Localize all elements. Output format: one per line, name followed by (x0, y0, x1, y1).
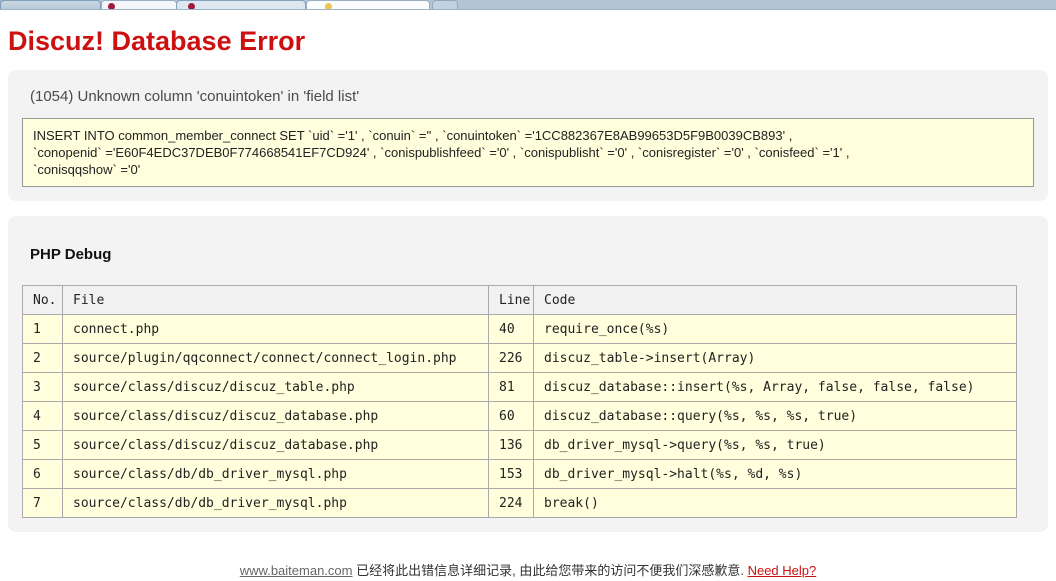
cell-file: source/class/discuz/discuz_table.php (62, 372, 489, 402)
cell-code: break() (533, 488, 1017, 518)
table-row: 7 source/class/db/db_driver_mysql.php 224 b… (22, 488, 1017, 518)
cell-line: 224 (488, 488, 534, 518)
php-debug-panel: PHP Debug No. File Line Code 1 connect.ph… (8, 216, 1048, 532)
table-row: 5 source/class/discuz/discuz_database.php… (22, 430, 1017, 460)
site-link[interactable]: www.baiteman.com (240, 563, 353, 578)
cell-no: 2 (22, 343, 63, 373)
cell-line: 153 (488, 459, 534, 489)
browser-tab-3[interactable] (176, 0, 306, 9)
table-row: 2 source/plugin/qqconnect/connect/connect… (22, 343, 1017, 373)
debug-table-body: 1 connect.php 40 require_once(%s) 2 source/pl… (22, 314, 1017, 518)
php-debug-table: No. File Line Code 1 connect.php 40 require… (22, 285, 1017, 518)
browser-tab-2-active[interactable] (101, 0, 177, 9)
browser-tab-bar (0, 0, 1056, 10)
browser-tab-4[interactable] (306, 0, 430, 9)
red-site-favicon-icon (108, 3, 115, 9)
cell-code: discuz_database::query(%s, %s, %s, true) (533, 401, 1017, 431)
cell-line: 40 (488, 314, 534, 344)
cell-file: source/class/db/db_driver_mysql.php (62, 459, 489, 489)
yellow-site-favicon-icon (325, 3, 332, 9)
browser-tab-stub[interactable] (432, 0, 458, 9)
cell-file: source/plugin/qqconnect/connect/connect_… (62, 343, 489, 373)
table-row: 6 source/class/db/db_driver_mysql.php 153 d… (22, 459, 1017, 489)
cell-file: source/class/discuz/discuz_database.php (62, 430, 489, 460)
red-site-favicon-icon (188, 3, 195, 9)
cell-line: 226 (488, 343, 534, 373)
cell-file: connect.php (62, 314, 489, 344)
cell-no: 3 (22, 372, 63, 402)
cell-code: db_driver_mysql->query(%s, %s, true) (533, 430, 1017, 460)
column-header-line: Line (488, 285, 534, 315)
cell-line: 60 (488, 401, 534, 431)
cell-file: source/class/db/db_driver_mysql.php (62, 488, 489, 518)
column-header-file: File (62, 285, 489, 315)
table-header-row: No. File Line Code (22, 285, 1017, 315)
error-panel: (1054) Unknown column 'conuintoken' in '… (8, 70, 1048, 201)
cell-line: 136 (488, 430, 534, 460)
page-title: Discuz! Database Error (8, 26, 306, 56)
cell-no: 5 (22, 430, 63, 460)
table-row: 4 source/class/discuz/discuz_database.php… (22, 401, 1017, 431)
cell-file: source/class/discuz/discuz_database.php (62, 401, 489, 431)
error-message: (1054) Unknown column 'conuintoken' in '… (30, 88, 360, 105)
cell-no: 4 (22, 401, 63, 431)
column-header-no: No. (22, 285, 63, 315)
cell-no: 1 (22, 314, 63, 344)
cell-no: 6 (22, 459, 63, 489)
cell-no: 7 (22, 488, 63, 518)
footer-message: 已经将此出错信息详细记录, 由此给您带来的访问不便我们深感歉意. (356, 563, 744, 578)
cell-code: discuz_database::insert(%s, Array, false… (533, 372, 1017, 402)
sql-query-box: INSERT INTO common_member_connect SET `u… (22, 118, 1034, 187)
need-help-link[interactable]: Need Help? (748, 563, 817, 578)
column-header-code: Code (533, 285, 1017, 315)
table-row: 1 connect.php 40 require_once(%s) (22, 314, 1017, 344)
footer: www.baiteman.com 已经将此出错信息详细记录, 由此给您带来的访问… (0, 560, 1056, 579)
cell-code: db_driver_mysql->halt(%s, %d, %s) (533, 459, 1017, 489)
php-debug-heading: PHP Debug (30, 246, 112, 263)
cell-line: 81 (488, 372, 534, 402)
cell-code: discuz_table->insert(Array) (533, 343, 1017, 373)
table-row: 3 source/class/discuz/discuz_table.php 81 d… (22, 372, 1017, 402)
cell-code: require_once(%s) (533, 314, 1017, 344)
browser-tab-1[interactable] (0, 0, 101, 9)
